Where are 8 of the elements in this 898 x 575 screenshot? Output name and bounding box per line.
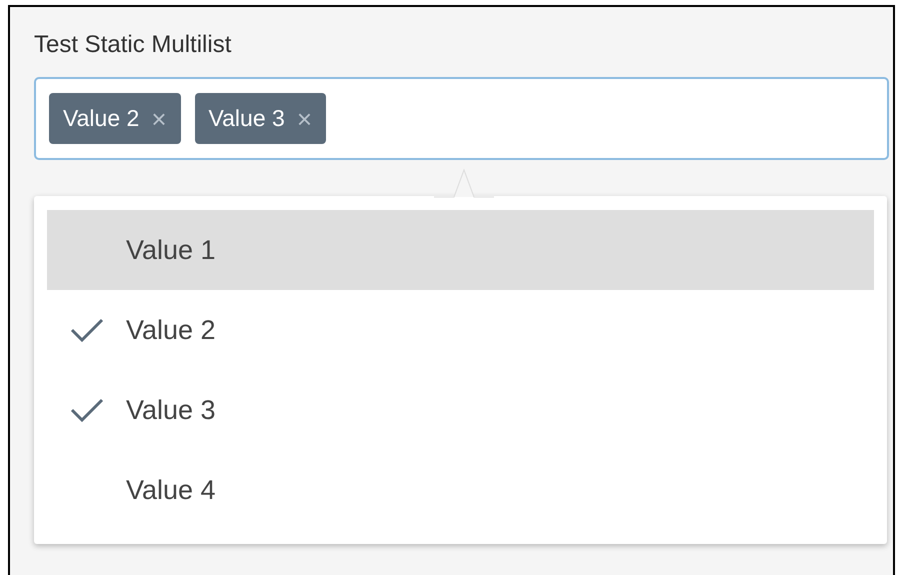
dropdown-option[interactable]: Value 1	[47, 210, 874, 290]
option-label: Value 1	[126, 234, 216, 267]
field-label: Test Static Multilist	[34, 33, 232, 57]
option-label: Value 2	[126, 314, 216, 347]
option-label: Value 3	[126, 394, 216, 427]
option-label: Value 4	[126, 474, 216, 507]
chip-label: Value 2	[63, 104, 140, 134]
chip-label: Value 3	[208, 104, 285, 134]
